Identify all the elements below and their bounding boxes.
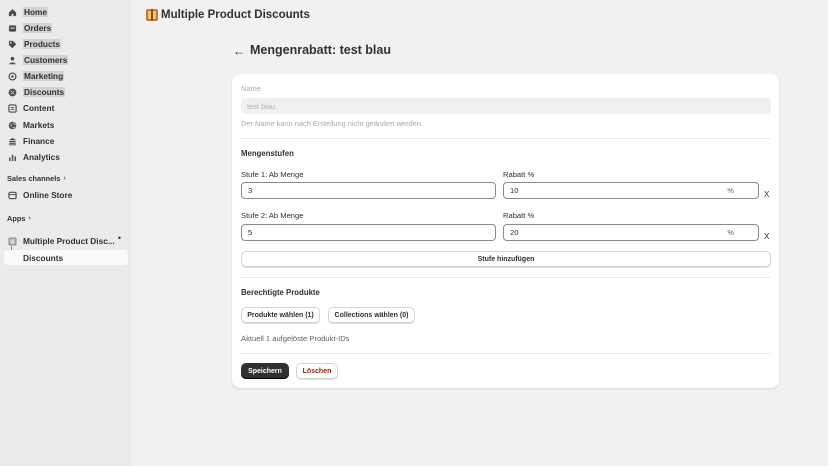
apps-label: Apps bbox=[7, 214, 26, 223]
home-icon bbox=[8, 8, 17, 17]
sales-channels-section[interactable]: Sales channels › bbox=[7, 174, 66, 183]
name-help-text: Der Name kann nach Erstellung nicht geän… bbox=[241, 119, 423, 128]
products-heading: Berechtigte Produkte bbox=[241, 288, 320, 297]
app-header: Multiple Product Discounts bbox=[146, 8, 310, 22]
tier-2-discount-label: Rabatt % bbox=[503, 211, 535, 220]
page-title: Mengenrabatt: test blau bbox=[250, 43, 391, 57]
sidebar-item-orders[interactable]: Orders bbox=[4, 21, 53, 35]
tier-2-qty-input[interactable]: 5 bbox=[241, 224, 496, 241]
sidebar-item-label: Analytics bbox=[23, 152, 60, 162]
name-label: Name bbox=[241, 84, 261, 93]
target-icon bbox=[8, 71, 17, 81]
tier-2-qty-label: Stufe 2: Ab Menge bbox=[241, 211, 304, 220]
app-logo-icon bbox=[146, 9, 158, 21]
tier-2-discount-input[interactable]: 20 % bbox=[503, 224, 759, 241]
divider bbox=[240, 353, 771, 354]
save-button[interactable]: Speichern bbox=[241, 363, 289, 379]
tier-1-qty-value: 3 bbox=[248, 186, 253, 195]
bank-icon bbox=[8, 137, 17, 146]
sidebar-item-label: Multiple Product Disc... bbox=[23, 236, 115, 246]
app-title: Multiple Product Discounts bbox=[161, 9, 310, 21]
sidebar-item-label: Discounts bbox=[23, 252, 64, 263]
add-tier-button[interactable]: Stufe hinzufügen bbox=[241, 251, 771, 267]
resolved-products-info: Aktuell 1 aufgelöste Produkt-IDs bbox=[241, 334, 350, 343]
divider bbox=[240, 138, 771, 139]
sidebar-item-label: Finance bbox=[23, 136, 55, 146]
tier-1-discount-label: Rabatt % bbox=[503, 170, 535, 179]
tier-1-qty-input[interactable]: 3 bbox=[241, 182, 496, 199]
sidebar-item-label: Home bbox=[23, 7, 49, 17]
sidebar-item-content[interactable]: Content bbox=[4, 101, 54, 115]
back-arrow-icon[interactable]: ← bbox=[233, 44, 245, 58]
sidebar-item-label: Products bbox=[23, 39, 61, 49]
delete-button[interactable]: Löschen bbox=[296, 363, 338, 379]
sidebar-item-label: Orders bbox=[23, 23, 53, 33]
tier-1-remove-button[interactable]: X bbox=[764, 190, 769, 199]
discount-icon bbox=[8, 88, 17, 97]
divider bbox=[240, 277, 771, 278]
app-icon bbox=[8, 236, 17, 246]
percent-suffix: % bbox=[727, 228, 734, 237]
choose-products-button[interactable]: Produkte wählen (1) bbox=[241, 307, 320, 323]
person-icon bbox=[8, 56, 17, 65]
bar-chart-icon bbox=[8, 153, 17, 162]
name-field: test blau bbox=[241, 98, 771, 114]
sidebar-item-home[interactable]: Home bbox=[4, 5, 49, 19]
tier-2-discount-value: 20 bbox=[510, 228, 519, 237]
sidebar-item-label: Markets bbox=[23, 120, 55, 130]
sidebar-item-markets[interactable]: Markets bbox=[4, 118, 54, 132]
sidebar-item-label: Online Store bbox=[23, 190, 73, 200]
sidebar-subitem-discounts[interactable]: Discounts bbox=[4, 250, 128, 265]
name-value: test blau bbox=[247, 101, 275, 111]
chevron-right-icon: › bbox=[63, 175, 66, 182]
tier-1-discount-value: 10 bbox=[510, 186, 519, 195]
content-icon bbox=[8, 103, 17, 113]
sidebar-item-customers[interactable]: Customers bbox=[4, 53, 69, 67]
tier-1-qty-label: Stufe 1: Ab Menge bbox=[241, 170, 304, 179]
sidebar-item-online-store[interactable]: Online Store bbox=[4, 188, 72, 202]
tier-2-qty-value: 5 bbox=[248, 228, 253, 237]
sales-channels-label: Sales channels bbox=[7, 174, 61, 183]
sidebar-item-label: Content bbox=[23, 103, 55, 113]
sidebar-item-marketing[interactable]: Marketing bbox=[4, 69, 65, 83]
sidebar-item-label: Customers bbox=[23, 55, 69, 65]
sidebar: Home Orders Products Customers Marketing… bbox=[0, 0, 131, 466]
tier-2-remove-button[interactable]: X bbox=[764, 232, 769, 241]
sidebar-item-discounts[interactable]: Discounts bbox=[4, 85, 66, 99]
sidebar-item-finance[interactable]: Finance bbox=[4, 134, 54, 148]
tier-1-discount-input[interactable]: 10 % bbox=[503, 182, 759, 199]
sidebar-item-products[interactable]: Products bbox=[4, 37, 61, 51]
globe-icon bbox=[8, 121, 17, 130]
percent-suffix: % bbox=[727, 186, 734, 195]
tag-icon bbox=[8, 40, 17, 49]
more-icon[interactable]: • bbox=[118, 233, 121, 243]
sidebar-item-app[interactable]: Multiple Product Disc... • bbox=[4, 233, 128, 248]
store-icon bbox=[8, 191, 17, 200]
sidebar-item-analytics[interactable]: Analytics bbox=[4, 150, 60, 164]
tiers-heading: Mengenstufen bbox=[241, 149, 294, 158]
discount-form-card: Name test blau Der Name kann nach Erstel… bbox=[232, 74, 779, 388]
sidebar-item-label: Marketing bbox=[23, 71, 65, 81]
orders-icon bbox=[8, 24, 17, 33]
apps-section[interactable]: Apps › bbox=[7, 214, 31, 223]
sidebar-item-label: Discounts bbox=[23, 87, 66, 97]
chevron-right-icon: › bbox=[28, 215, 31, 222]
choose-collections-button[interactable]: Collections wählen (0) bbox=[328, 307, 415, 323]
